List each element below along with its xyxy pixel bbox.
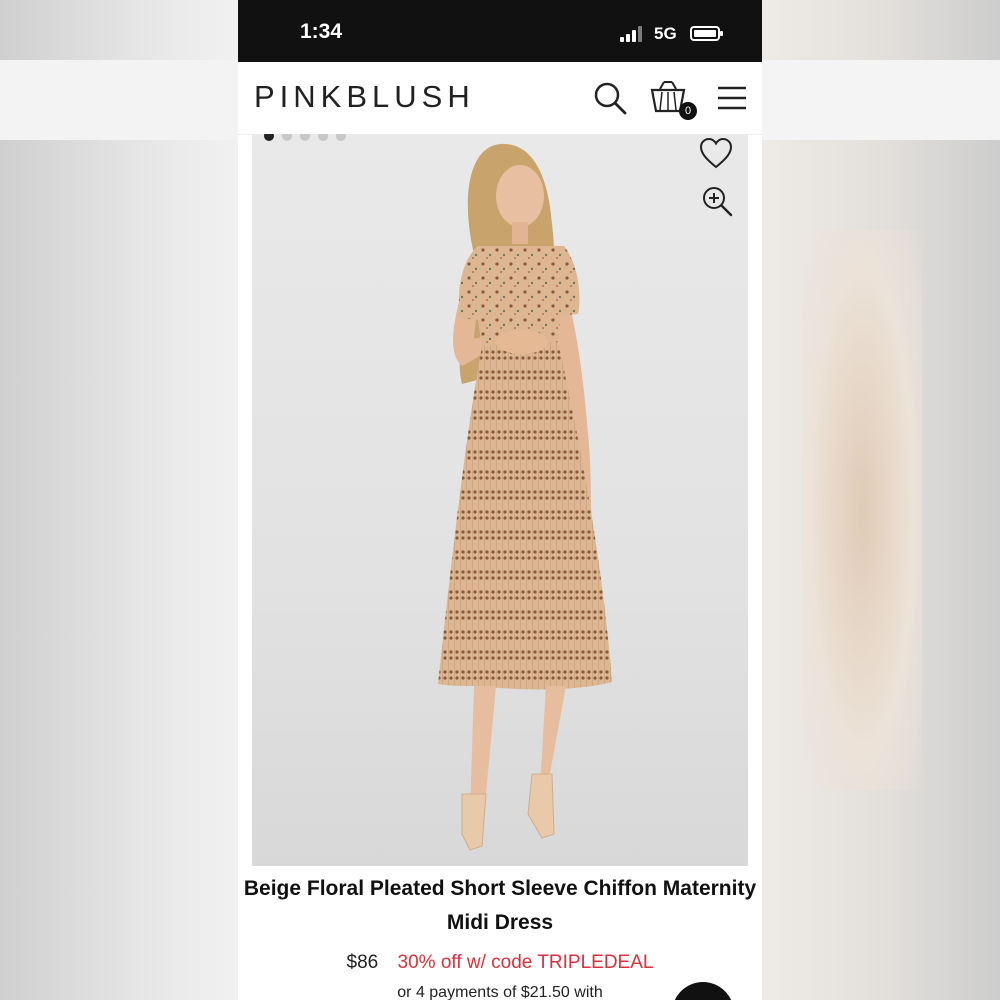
gallery-dot[interactable] — [318, 134, 328, 141]
search-icon — [594, 82, 627, 115]
gallery-pagination — [264, 134, 346, 141]
signal-icon — [620, 26, 642, 42]
product-photo[interactable] — [382, 134, 662, 866]
status-bar: 1:34 5G — [238, 0, 762, 62]
background-right-blur — [762, 0, 1000, 1000]
site-header: PINKBLUSH 0 — [238, 62, 762, 135]
cart-count-badge: 0 — [679, 102, 697, 120]
gallery-dot[interactable] — [264, 134, 274, 141]
menu-button[interactable] — [712, 78, 752, 118]
phone-screen: 1:34 5G PINKBLUSH 0 Beige Floral Pleated… — [238, 0, 762, 1000]
network-type: 5G — [654, 24, 677, 43]
favorite-button[interactable] — [698, 136, 734, 172]
site-logo[interactable]: PINKBLUSH — [254, 79, 475, 115]
zoom-in-icon — [703, 187, 733, 217]
background-left-blur — [0, 0, 238, 1000]
product-title: Beige Floral Pleated Short Sleeve Chiffo… — [243, 877, 757, 934]
gallery-dot[interactable] — [282, 134, 292, 141]
battery-icon — [690, 26, 723, 41]
product-price: $86 — [346, 952, 379, 973]
zoom-button[interactable] — [700, 184, 734, 218]
gallery-dot[interactable] — [300, 134, 310, 141]
gallery-dot[interactable] — [336, 134, 346, 141]
heart-icon — [699, 137, 733, 169]
search-button[interactable] — [590, 78, 630, 118]
status-time: 1:34 — [300, 20, 343, 43]
product-image-gallery[interactable] — [252, 134, 748, 866]
hamburger-menu-icon — [718, 86, 746, 110]
promo-text: 30% off w/ code TRIPLEDEAL — [397, 952, 654, 973]
price-row: $86 30% off w/ code TRIPLEDEAL — [238, 952, 762, 974]
